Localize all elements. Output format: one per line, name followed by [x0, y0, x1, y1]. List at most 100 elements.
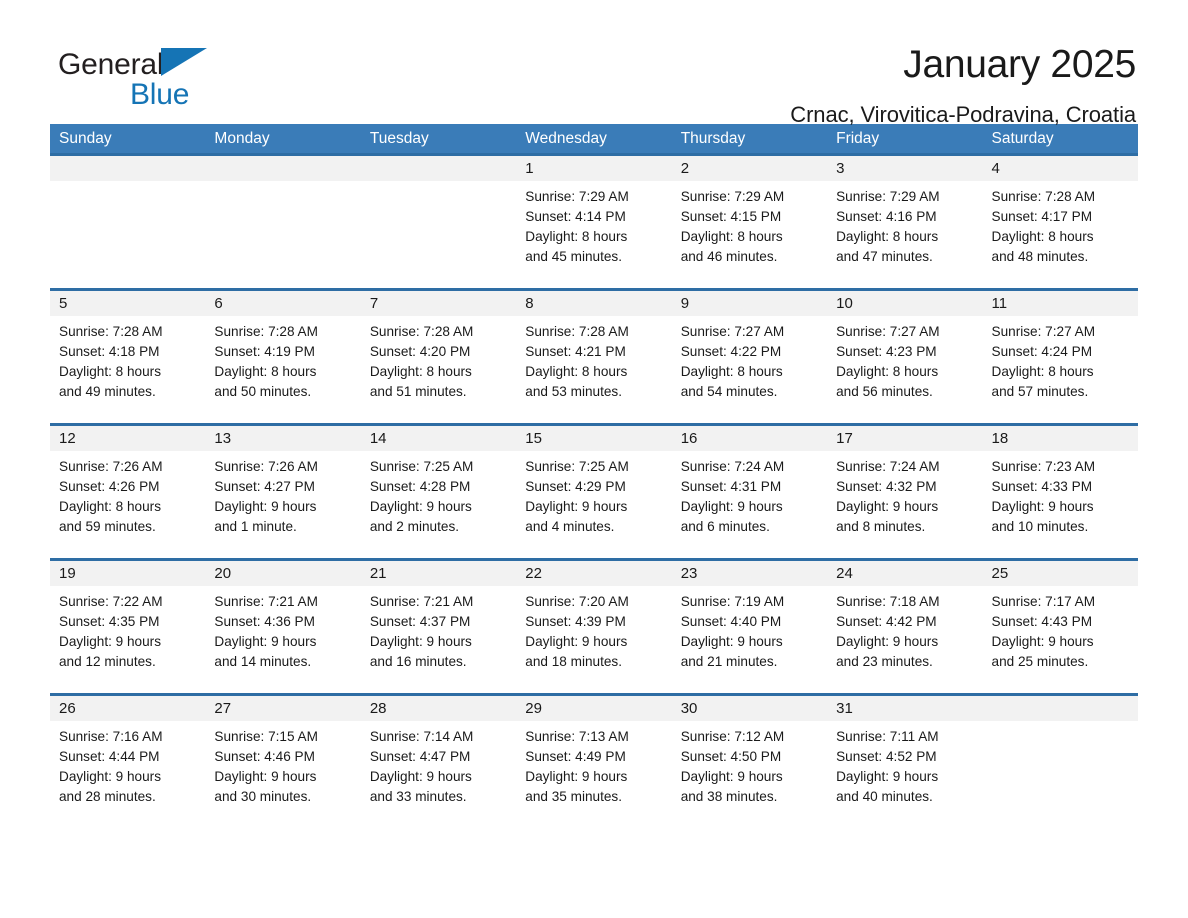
day-detail-line: Daylight: 8 hours	[525, 229, 628, 244]
day-detail-line: Daylight: 9 hours	[214, 499, 317, 514]
day-detail-line: Sunset: 4:27 PM	[214, 479, 315, 494]
day-number[interactable]: 4	[983, 156, 1138, 181]
day-detail-line: and 33 minutes.	[369, 789, 467, 804]
day-number[interactable]: 15	[516, 426, 671, 451]
week-body-row: Sunrise: 7:16 AM Sunset: 4:44 PM Daylight:…	[50, 721, 1138, 821]
day-cell[interactable]: Sunrise: 7:26 AM Sunset: 4:27 PM Daylight:…	[205, 451, 360, 551]
day-cell[interactable]: Sunrise: 7:28 AM Sunset: 4:17 PM Daylight:…	[983, 181, 1138, 281]
day-detail-line: Daylight: 9 hours	[525, 634, 628, 649]
day-number[interactable]: 12	[50, 426, 205, 451]
day-detail-line: Sunset: 4:14 PM	[525, 209, 626, 224]
day-number[interactable]: 2	[672, 156, 827, 181]
day-detail-line: Sunrise: 7:19 AM	[680, 594, 785, 609]
day-cell[interactable]: Sunrise: 7:12 AM Sunset: 4:50 PM Daylight:…	[672, 721, 827, 821]
day-cell[interactable]: Sunrise: 7:29 AM Sunset: 4:15 PM Daylight:…	[672, 181, 827, 281]
day-detail-line: Daylight: 9 hours	[836, 499, 939, 514]
day-detail-line: and 6 minutes.	[680, 519, 770, 534]
day-number[interactable]: 19	[50, 561, 205, 586]
day-cell[interactable]: Sunrise: 7:28 AM Sunset: 4:21 PM Daylight:…	[516, 316, 671, 416]
day-detail-line: and 49 minutes.	[59, 384, 156, 399]
day-cell[interactable]: Sunrise: 7:24 AM Sunset: 4:32 PM Daylight:…	[827, 451, 982, 551]
week-body-row: Sunrise: 7:26 AM Sunset: 4:26 PM Daylight:…	[50, 451, 1138, 551]
day-number[interactable]: 18	[983, 426, 1138, 451]
day-number[interactable]: 24	[827, 561, 982, 586]
day-cell[interactable]: Sunrise: 7:28 AM Sunset: 4:18 PM Daylight:…	[50, 316, 205, 416]
day-cell[interactable]: Sunrise: 7:29 AM Sunset: 4:16 PM Daylight:…	[827, 181, 982, 281]
day-number[interactable]: 30	[672, 696, 827, 721]
day-cell[interactable]: Sunrise: 7:25 AM Sunset: 4:29 PM Daylight:…	[516, 451, 671, 551]
day-detail-line: Daylight: 9 hours	[214, 769, 317, 784]
day-number[interactable]: 3	[827, 156, 982, 181]
day-cell[interactable]: Sunrise: 7:28 AM Sunset: 4:19 PM Daylight:…	[205, 316, 360, 416]
day-cell[interactable]: Sunrise: 7:25 AM Sunset: 4:28 PM Daylight:…	[361, 451, 516, 551]
day-cell[interactable]: Sunrise: 7:14 AM Sunset: 4:47 PM Daylight:…	[361, 721, 516, 821]
day-detail-line: Sunrise: 7:14 AM	[369, 729, 474, 744]
day-detail-line: Sunset: 4:22 PM	[680, 344, 782, 359]
week-date-strip: 26 27 28 29 30 31	[50, 696, 1138, 721]
day-cell[interactable]: Sunrise: 7:16 AM Sunset: 4:44 PM Daylight:…	[50, 721, 205, 821]
day-detail-line: Sunset: 4:31 PM	[680, 479, 782, 494]
day-number[interactable]: 21	[361, 561, 516, 586]
day-number[interactable]: 20	[205, 561, 360, 586]
day-number[interactable]: 16	[672, 426, 827, 451]
day-number[interactable]: 11	[983, 291, 1138, 316]
day-detail-line: and 56 minutes.	[836, 384, 933, 399]
day-cell[interactable]: Sunrise: 7:23 AM Sunset: 4:33 PM Daylight:…	[983, 451, 1138, 551]
day-number[interactable]: 10	[827, 291, 982, 316]
day-number[interactable]: 1	[516, 156, 671, 181]
week-date-strip: 19 20 21 22 23 24 25	[50, 561, 1138, 586]
week-body-row: Sunrise: 7:22 AM Sunset: 4:35 PM Daylight:…	[50, 586, 1138, 686]
day-detail-line: Sunset: 4:49 PM	[525, 749, 626, 764]
day-detail-line: Sunset: 4:40 PM	[680, 614, 782, 629]
day-cell[interactable]: Sunrise: 7:20 AM Sunset: 4:39 PM Daylight:…	[516, 586, 671, 686]
day-detail-line: Daylight: 8 hours	[525, 364, 628, 379]
day-cell[interactable]: Sunrise: 7:28 AM Sunset: 4:20 PM Daylight:…	[361, 316, 516, 416]
day-cell[interactable]: Sunrise: 7:19 AM Sunset: 4:40 PM Daylight:…	[672, 586, 827, 686]
day-cell[interactable]: Sunrise: 7:11 AM Sunset: 4:52 PM Daylight:…	[827, 721, 982, 821]
day-detail-line: Daylight: 9 hours	[59, 634, 162, 649]
day-detail-line: and 54 minutes.	[680, 384, 778, 399]
calendar-week-row: 26 27 28 29 30 31 Sunrise: 7:16 AM Sunset: 4:44…	[50, 693, 1138, 821]
day-cell[interactable]: Sunrise: 7:26 AM Sunset: 4:26 PM Daylight:…	[50, 451, 205, 551]
day-cell[interactable]: Sunrise: 7:27 AM Sunset: 4:24 PM Daylight:…	[983, 316, 1138, 416]
day-detail-line: Daylight: 9 hours	[214, 634, 317, 649]
day-cell[interactable]: Sunrise: 7:24 AM Sunset: 4:31 PM Daylight:…	[672, 451, 827, 551]
day-detail-line: Daylight: 8 hours	[680, 229, 783, 244]
day-number[interactable]: 25	[983, 561, 1138, 586]
day-cell[interactable]: Sunrise: 7:17 AM Sunset: 4:43 PM Daylight:…	[983, 586, 1138, 686]
day-detail-line: Daylight: 9 hours	[680, 499, 783, 514]
week-body-row: Sunrise: 7:29 AM Sunset: 4:14 PM Daylight:…	[50, 181, 1138, 281]
day-number[interactable]: 29	[516, 696, 671, 721]
day-detail-line: and 46 minutes.	[680, 249, 778, 264]
day-number[interactable]: 22	[516, 561, 671, 586]
day-number[interactable]: 6	[205, 291, 360, 316]
day-number[interactable]: 27	[205, 696, 360, 721]
day-cell[interactable]: Sunrise: 7:21 AM Sunset: 4:36 PM Daylight:…	[205, 586, 360, 686]
day-cell[interactable]: Sunrise: 7:27 AM Sunset: 4:23 PM Daylight:…	[827, 316, 982, 416]
day-number[interactable]: 23	[672, 561, 827, 586]
day-detail-line: Daylight: 8 hours	[991, 364, 1094, 379]
day-detail-line: and 12 minutes.	[59, 654, 156, 669]
day-detail-line: and 10 minutes.	[991, 519, 1089, 534]
day-number[interactable]: 26	[50, 696, 205, 721]
day-detail-line: Sunrise: 7:28 AM	[59, 324, 163, 339]
day-cell[interactable]: Sunrise: 7:15 AM Sunset: 4:46 PM Daylight:…	[205, 721, 360, 821]
day-cell[interactable]: Sunrise: 7:22 AM Sunset: 4:35 PM Daylight:…	[50, 586, 205, 686]
day-detail-line: Daylight: 9 hours	[525, 499, 628, 514]
day-cell[interactable]: Sunrise: 7:13 AM Sunset: 4:49 PM Daylight:…	[516, 721, 671, 821]
day-number[interactable]: 13	[205, 426, 360, 451]
day-cell[interactable]: Sunrise: 7:29 AM Sunset: 4:14 PM Daylight:…	[516, 181, 671, 281]
day-number[interactable]: 8	[516, 291, 671, 316]
day-number[interactable]: 5	[50, 291, 205, 316]
day-cell[interactable]: Sunrise: 7:27 AM Sunset: 4:22 PM Daylight:…	[672, 316, 827, 416]
day-number[interactable]: 28	[361, 696, 516, 721]
day-number[interactable]: 17	[827, 426, 982, 451]
day-cell[interactable]: Sunrise: 7:18 AM Sunset: 4:42 PM Daylight:…	[827, 586, 982, 686]
day-number[interactable]: 14	[361, 426, 516, 451]
day-number[interactable]: 31	[827, 696, 982, 721]
day-number[interactable]: 7	[361, 291, 516, 316]
page-header: General Blue January 2025 Crnac, Virovit…	[50, 0, 1138, 127]
week-date-strip: 12 13 14 15 16 17 18	[50, 426, 1138, 451]
day-number[interactable]: 9	[672, 291, 827, 316]
day-cell[interactable]: Sunrise: 7:21 AM Sunset: 4:37 PM Daylight:…	[361, 586, 516, 686]
